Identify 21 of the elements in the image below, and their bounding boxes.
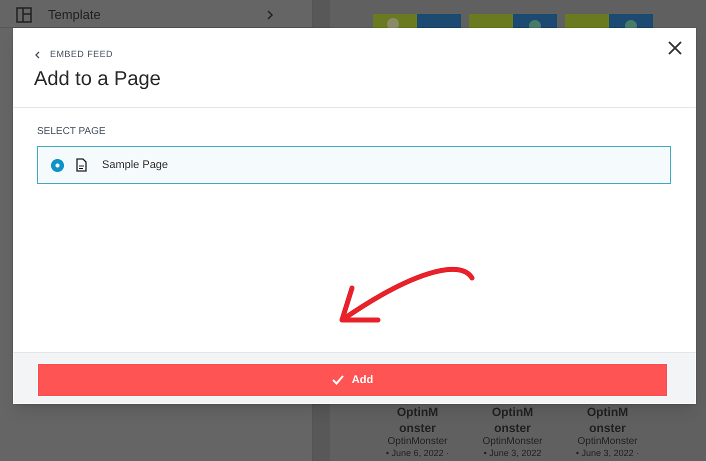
- post-author: OptinMonster: [387, 436, 448, 448]
- chevron-left-icon: [34, 50, 42, 59]
- sidebar-item[interactable]: Template: [48, 4, 248, 24]
- post-date: • June 3, 2022: [484, 448, 542, 459]
- check-icon: [332, 375, 344, 385]
- post-date: • June 6, 2022 ·: [386, 448, 450, 459]
- page-option[interactable]: Sample Page: [37, 146, 671, 184]
- post-title[interactable]: OptinM onster: [388, 404, 448, 436]
- post-author: OptinMonster: [577, 436, 638, 448]
- post-date: • June 3, 2022 ·: [576, 448, 640, 459]
- post-title[interactable]: OptinM onster: [578, 404, 638, 436]
- post-author: OptinMonster: [482, 436, 543, 448]
- add-button[interactable]: Add: [38, 364, 667, 396]
- document-icon: [76, 158, 87, 172]
- close-icon[interactable]: [668, 41, 682, 55]
- section-label: SELECT PAGE: [37, 125, 107, 139]
- back-link[interactable]: EMBED FEED: [34, 48, 675, 62]
- post-title[interactable]: OptinM onster: [482, 404, 542, 436]
- layout-icon: [16, 6, 32, 22]
- dialog-title: Add to a Page: [34, 66, 162, 92]
- radio-icon: [51, 158, 64, 172]
